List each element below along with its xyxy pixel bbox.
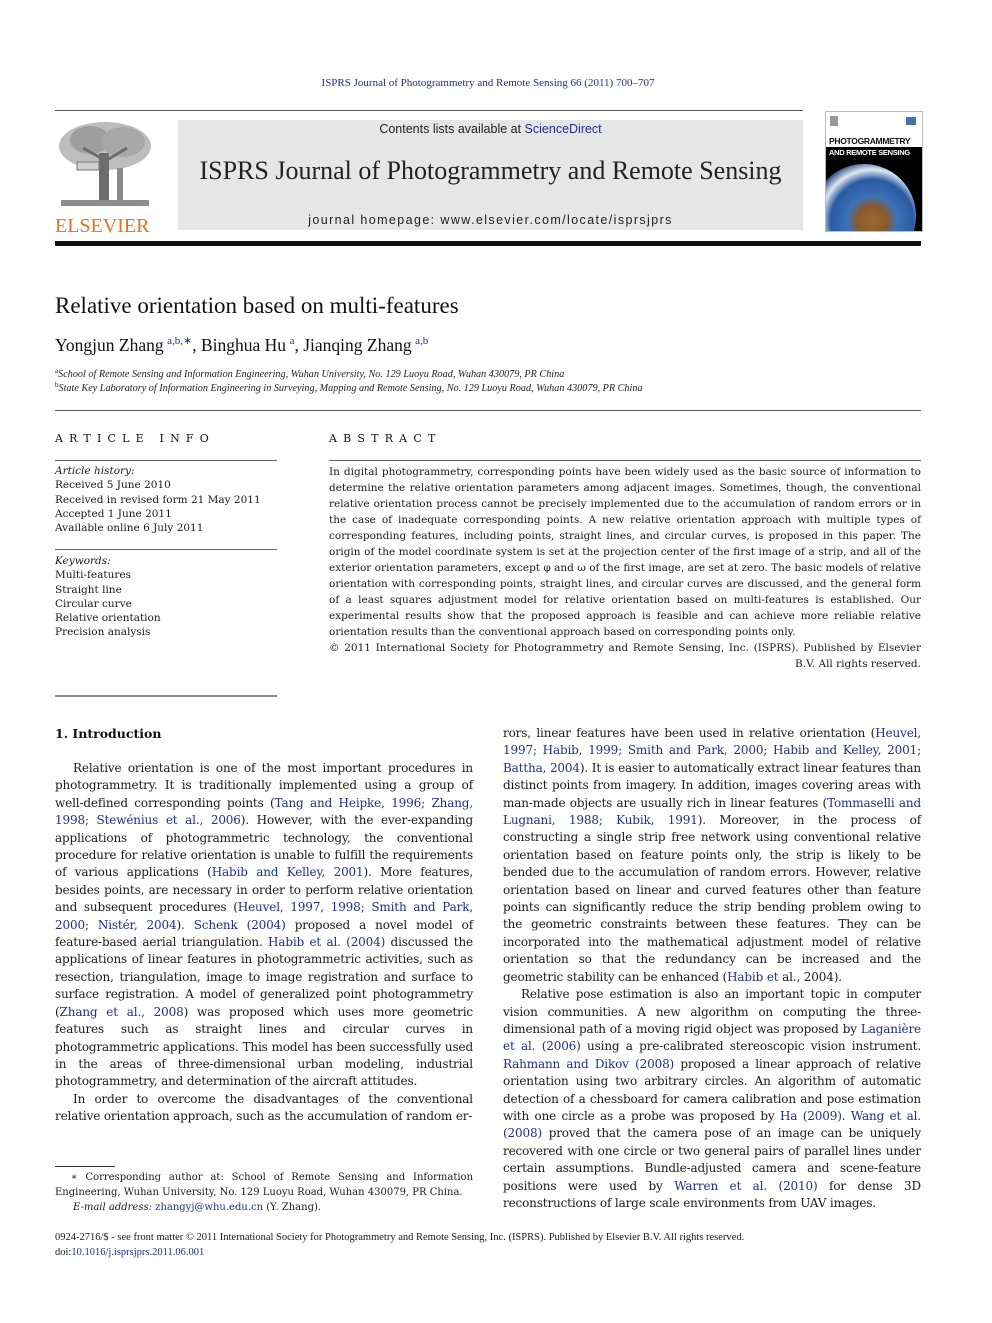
affiliation-b: bState Key Laboratory of Information Eng… bbox=[55, 381, 643, 394]
author-affiliation-marker[interactable]: a bbox=[290, 335, 295, 347]
journal-banner: Contents lists available at ScienceDirec… bbox=[178, 120, 803, 230]
citation-link[interactable]: Rahmann and Dikov (2008) bbox=[503, 1057, 674, 1071]
history-item: Received in revised form 21 May 2011 bbox=[55, 493, 261, 506]
footnote-marker: ∗ bbox=[70, 1172, 78, 1183]
abstract-rule bbox=[329, 460, 921, 461]
sciencedirect-link[interactable]: ScienceDirect bbox=[525, 122, 602, 136]
top-rule bbox=[55, 110, 803, 111]
paragraph: rors, linear features have been used in … bbox=[503, 725, 921, 986]
author-name: Yongjun Zhang bbox=[55, 335, 164, 355]
abstract: In digital photogrammetry, corresponding… bbox=[329, 464, 921, 672]
text-run: al., 2004). bbox=[778, 969, 842, 984]
cover-elsevier-icon bbox=[830, 116, 838, 126]
affiliation-text: School of Remote Sensing and Information… bbox=[58, 369, 565, 380]
text-run: rors, linear features have been used in … bbox=[503, 726, 876, 740]
doi-prefix: doi: bbox=[55, 1247, 72, 1258]
keyword-item: Circular curve bbox=[55, 597, 132, 610]
paragraph: Relative orientation is one of the most … bbox=[55, 760, 473, 1091]
author-name: Binghua Hu bbox=[200, 335, 287, 355]
cover-isprs-icon bbox=[906, 117, 916, 125]
keyword-item: Relative orientation bbox=[55, 612, 161, 625]
body-column-left: Relative orientation is one of the most … bbox=[55, 760, 473, 1126]
elsevier-wordmark: ELSEVIER bbox=[55, 215, 150, 237]
text-run: Relative pose estimation is also an impo… bbox=[503, 987, 921, 1036]
text-run: . bbox=[841, 1108, 851, 1123]
text-run: ). bbox=[176, 917, 194, 932]
email-link[interactable]: zhangyj@whu.edu.cn bbox=[155, 1202, 263, 1213]
paragraph: Relative pose estimation is also an impo… bbox=[503, 986, 921, 1212]
text-run: using a pre-calibrated stereoscopic visi… bbox=[580, 1039, 921, 1054]
article-history-label: Article history: bbox=[55, 465, 135, 477]
contents-prefix: Contents lists available at bbox=[379, 122, 525, 136]
abstract-copyright: © 2011 International Society for Photogr… bbox=[329, 642, 921, 670]
footnote-rule bbox=[55, 1166, 115, 1167]
text-run: ). Moreover, in the process of construct… bbox=[503, 813, 921, 984]
corresponding-author-footnote: ∗ Corresponding author at: School of Rem… bbox=[55, 1170, 473, 1215]
citation-link[interactable]: Habib and Kelley, 2001 bbox=[212, 865, 364, 879]
cover-title-line1: PHOTOGRAMMETRY bbox=[829, 136, 911, 146]
email-suffix: (Y. Zhang). bbox=[263, 1202, 322, 1213]
citation-link[interactable]: Warren et al. (2010) bbox=[674, 1179, 818, 1193]
author-list: Yongjun Zhang a,b,∗, Binghua Hu a, Jianq… bbox=[55, 335, 429, 355]
citation-link[interactable]: Schenk (2004) bbox=[194, 918, 286, 932]
abstract-heading: ABSTRACT bbox=[329, 432, 442, 445]
journal-cover-thumbnail[interactable]: PHOTOGRAMMETRY AND REMOTE SENSING bbox=[825, 111, 923, 232]
author-affiliation-marker[interactable]: a,b bbox=[415, 335, 428, 347]
affiliation-divider bbox=[55, 410, 921, 411]
journal-homepage[interactable]: journal homepage: www.elsevier.com/locat… bbox=[178, 213, 803, 227]
doi-link[interactable]: 10.1016/j.isprsjprs.2011.06.001 bbox=[71, 1247, 204, 1258]
footnote-body: Corresponding author at: School of Remot… bbox=[55, 1172, 474, 1198]
history-item: Received 5 June 2010 bbox=[55, 479, 171, 492]
affiliation-text: State Key Laboratory of Information Engi… bbox=[58, 383, 643, 394]
keywords-label: Keywords: bbox=[55, 555, 111, 567]
citation-link[interactable]: Habib et bbox=[727, 970, 779, 984]
history-item: Available online 6 July 2011 bbox=[55, 522, 204, 535]
section-heading-introduction: 1. Introduction bbox=[55, 726, 162, 741]
running-head[interactable]: ISPRS Journal of Photogrammetry and Remo… bbox=[0, 77, 976, 89]
article-info-rule bbox=[55, 460, 277, 461]
paragraph: In order to overcome the disadvantages o… bbox=[55, 1091, 473, 1126]
cover-title-line2: AND REMOTE SENSING bbox=[829, 148, 910, 157]
email-label: E-mail address: bbox=[73, 1202, 156, 1213]
journal-title: ISPRS Journal of Photogrammetry and Remo… bbox=[199, 156, 782, 185]
issn-line: 0924-2716/$ - see front matter © 2011 In… bbox=[55, 1232, 745, 1243]
citation-link[interactable]: Ha (2009) bbox=[780, 1109, 842, 1123]
affiliation-a: aSchool of Remote Sensing and Informatio… bbox=[55, 367, 564, 380]
paper-title: Relative orientation based on multi-feat… bbox=[55, 293, 459, 318]
issn-doi-block: 0924-2716/$ - see front matter © 2011 In… bbox=[55, 1230, 744, 1260]
keyword-item: Straight line bbox=[55, 583, 122, 596]
citation-link[interactable]: Zhang et al., 2008 bbox=[60, 1005, 184, 1019]
keyword-item: Multi-features bbox=[55, 569, 131, 582]
footnote-text: ∗ Corresponding author at: School of Rem… bbox=[55, 1170, 473, 1200]
keywords: Keywords: Multi-features Straight line C… bbox=[55, 554, 161, 640]
elsevier-tree-icon bbox=[55, 118, 155, 210]
header-divider bbox=[55, 241, 921, 246]
email-line: E-mail address: zhangyj@whu.edu.cn (Y. Z… bbox=[55, 1200, 473, 1215]
body-column-right: rors, linear features have been used in … bbox=[503, 725, 921, 1212]
keyword-item: Precision analysis bbox=[55, 626, 151, 639]
doi-line: doi:10.1016/j.isprsjprs.2011.06.001 bbox=[55, 1245, 744, 1260]
history-item: Accepted 1 June 2011 bbox=[55, 507, 172, 520]
keywords-rule bbox=[55, 549, 277, 550]
text-run: In order to overcome the disadvantages o… bbox=[55, 1091, 473, 1124]
author-name: Jianqing Zhang bbox=[303, 335, 412, 355]
cover-header bbox=[826, 112, 922, 136]
article-info-bottom-rule bbox=[55, 695, 277, 697]
citation-link[interactable]: Habib et al. (2004) bbox=[268, 935, 385, 949]
contents-line: Contents lists available at ScienceDirec… bbox=[178, 122, 803, 136]
article-info-heading: ARTICLE INFO bbox=[55, 432, 215, 445]
abstract-text: In digital photogrammetry, corresponding… bbox=[329, 466, 921, 638]
author-affiliation-marker[interactable]: a,b,∗ bbox=[167, 335, 192, 347]
elsevier-logo[interactable]: ELSEVIER bbox=[55, 118, 155, 237]
article-history: Article history: Received 5 June 2010 Re… bbox=[55, 464, 261, 535]
